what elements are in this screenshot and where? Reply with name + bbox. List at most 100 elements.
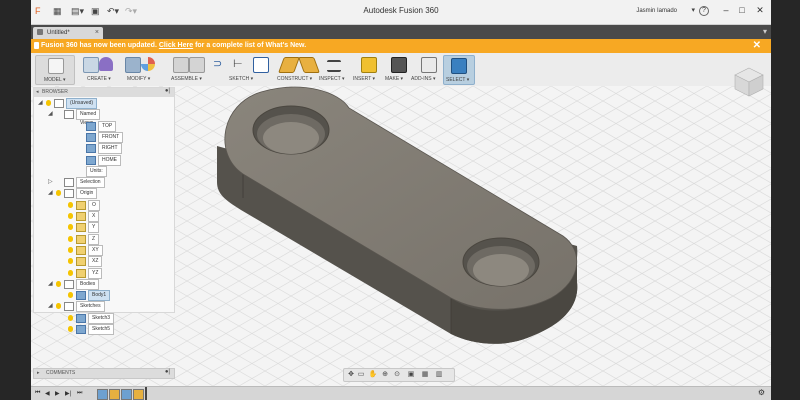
insert-menu[interactable]: INSERT ▾ — [351, 55, 385, 85]
folder-icon — [54, 99, 64, 108]
timeline-start-button[interactable]: ⏮ — [35, 390, 40, 397]
timeline-marker[interactable] — [145, 387, 147, 400]
view-cube[interactable] — [733, 64, 765, 100]
visibility-bulb-icon[interactable] — [68, 246, 73, 253]
visibility-bulb-icon[interactable] — [68, 314, 73, 321]
tree-item-label: RIGHT — [98, 143, 122, 155]
timeline-extrude-item[interactable] — [133, 389, 144, 400]
visibility-bulb-icon[interactable] — [56, 190, 61, 197]
sketch-dimension-icon: ⊢ — [233, 58, 243, 70]
browser-header[interactable]: ◂ BROWSER ●| — [34, 88, 174, 97]
close-window-button[interactable]: ✕ — [753, 4, 767, 16]
expand-toggle-icon[interactable]: ◢ — [48, 109, 53, 119]
expand-toggle-icon[interactable]: ◢ — [48, 188, 53, 198]
user-chevron-icon[interactable]: ▾ — [691, 6, 695, 16]
timeline-back-button[interactable]: ◀ — [45, 390, 50, 397]
comments-panel[interactable]: ▸ COMMENTS ●| — [33, 368, 175, 379]
look-at-icon[interactable]: ▭ — [356, 370, 366, 379]
collapse-browser-icon[interactable]: ◂ — [36, 89, 39, 95]
visibility-bulb-icon[interactable] — [56, 303, 61, 310]
comments-pin-icon[interactable]: ●| — [165, 369, 170, 375]
timeline-end-button[interactable]: ⏭ — [77, 390, 82, 397]
modify-label: MODIFY ▾ — [127, 76, 151, 82]
visibility-bulb-icon[interactable] — [56, 280, 61, 287]
visibility-bulb-icon[interactable] — [46, 100, 51, 106]
orbit-icon[interactable]: ✥ — [346, 370, 356, 379]
create-menu[interactable]: CREATE ▾ — [81, 55, 115, 85]
browser-pin-icon[interactable]: ●| — [165, 88, 170, 94]
visibility-bulb-icon[interactable] — [68, 292, 73, 299]
visibility-bulb-icon[interactable] — [68, 224, 73, 231]
construct-label: CONSTRUCT ▾ — [277, 76, 313, 82]
item-icon — [86, 155, 96, 165]
workspace-model-button[interactable]: MODEL ▾ — [35, 55, 75, 85]
tree-item-label: O — [88, 199, 100, 211]
navigation-bar: ✥ ▭ ✋ ⊕ ⊙ ▣ ▦ ▥ — [343, 368, 455, 382]
tab-menu-icon[interactable]: ▾ — [763, 27, 767, 36]
tree-item-label: Bodies — [76, 278, 100, 290]
visibility-bulb-icon[interactable] — [68, 326, 73, 332]
help-icon[interactable]: ? — [699, 6, 709, 16]
minimize-button[interactable]: – — [719, 4, 733, 16]
origin-icon — [76, 245, 86, 255]
fusion-window: F ▦ ▤▾ ▣ ↶▾ ↷▾ Autodesk Fusion 360 Jasmi… — [31, 0, 771, 400]
visibility-bulb-icon[interactable] — [68, 269, 73, 276]
folder-icon — [64, 178, 74, 188]
folder-icon — [64, 110, 74, 120]
sketch-stop-icon — [253, 57, 269, 73]
timeline-settings-icon[interactable]: ⚙ — [758, 388, 765, 397]
addins-menu[interactable]: ADD-INS ▾ — [411, 55, 445, 85]
maximize-button[interactable]: □ — [735, 4, 749, 16]
origin-icon — [76, 257, 86, 267]
tree-item-label: Units: mm — [86, 165, 107, 183]
item-icon — [76, 325, 86, 334]
timeline-bar: ⏮ ◀ ▶ ▶| ⏭ ⚙ — [31, 386, 771, 400]
timeline-extrude-item[interactable] — [109, 389, 120, 400]
model-label: MODEL ▾ — [44, 77, 66, 83]
item-icon — [86, 132, 96, 142]
expand-toggle-icon[interactable]: ◢ — [48, 301, 53, 311]
viewports-icon[interactable]: ▥ — [434, 370, 444, 379]
user-name[interactable]: Jasmin Iamado — [636, 8, 677, 14]
display-settings-icon[interactable]: ▣ — [406, 370, 416, 379]
visibility-bulb-icon[interactable] — [68, 258, 73, 265]
item-icon — [86, 121, 96, 131]
visibility-bulb-icon[interactable] — [68, 201, 73, 208]
make-label: MAKE ▾ — [385, 76, 404, 82]
insert-image-icon — [361, 57, 377, 73]
close-tab-button[interactable]: × — [95, 29, 99, 36]
left-backdrop — [0, 0, 31, 400]
modify-menu[interactable]: MODIFY ▾ — [121, 55, 161, 85]
timeline-forward-button[interactable]: ▶| — [65, 390, 71, 397]
document-icon — [37, 29, 43, 35]
create-form-icon — [99, 57, 113, 71]
origin-icon — [76, 234, 86, 244]
inspect-menu[interactable]: INSPECT ▾ — [315, 55, 355, 85]
timeline-play-button[interactable]: ▶ — [55, 390, 60, 397]
select-menu[interactable]: SELECT ▾ — [443, 55, 475, 85]
visibility-bulb-icon[interactable] — [68, 213, 73, 219]
expand-toggle-icon[interactable]: ▷ — [48, 177, 53, 187]
tree-item-label: XZ — [88, 256, 103, 268]
tree-item-label: Z — [88, 233, 100, 245]
expand-comments-icon[interactable]: ▸ — [37, 370, 40, 376]
notification-link[interactable]: Click Here — [159, 42, 193, 49]
visibility-bulb-icon[interactable] — [68, 235, 73, 242]
right-backdrop — [771, 0, 800, 400]
timeline-sketch-item[interactable] — [97, 389, 108, 400]
expand-toggle-icon[interactable]: ◢ — [48, 279, 53, 289]
grid-settings-icon[interactable]: ▦ — [420, 370, 430, 379]
folder-icon — [64, 279, 74, 289]
sketch-menu[interactable]: ⊃ ⊢ SKETCH ▾ — [211, 55, 275, 85]
expand-toggle-icon[interactable]: ◢ — [38, 98, 43, 108]
assemble-label: ASSEMBLE ▾ — [171, 76, 202, 82]
zoom-icon[interactable]: ⊕ — [380, 370, 390, 379]
construct-plane-icon — [278, 57, 300, 73]
document-tab[interactable]: Untitled* × — [33, 27, 103, 39]
assemble-menu[interactable]: ASSEMBLE ▾ — [169, 55, 209, 85]
timeline-sketch-item[interactable] — [121, 389, 132, 400]
notification-text: Fusion 360 has now been updated. — [41, 42, 157, 49]
pan-icon[interactable]: ✋ — [368, 370, 378, 379]
fit-icon[interactable]: ⊙ — [392, 370, 402, 379]
close-notification-button[interactable]: ✕ — [753, 40, 761, 51]
